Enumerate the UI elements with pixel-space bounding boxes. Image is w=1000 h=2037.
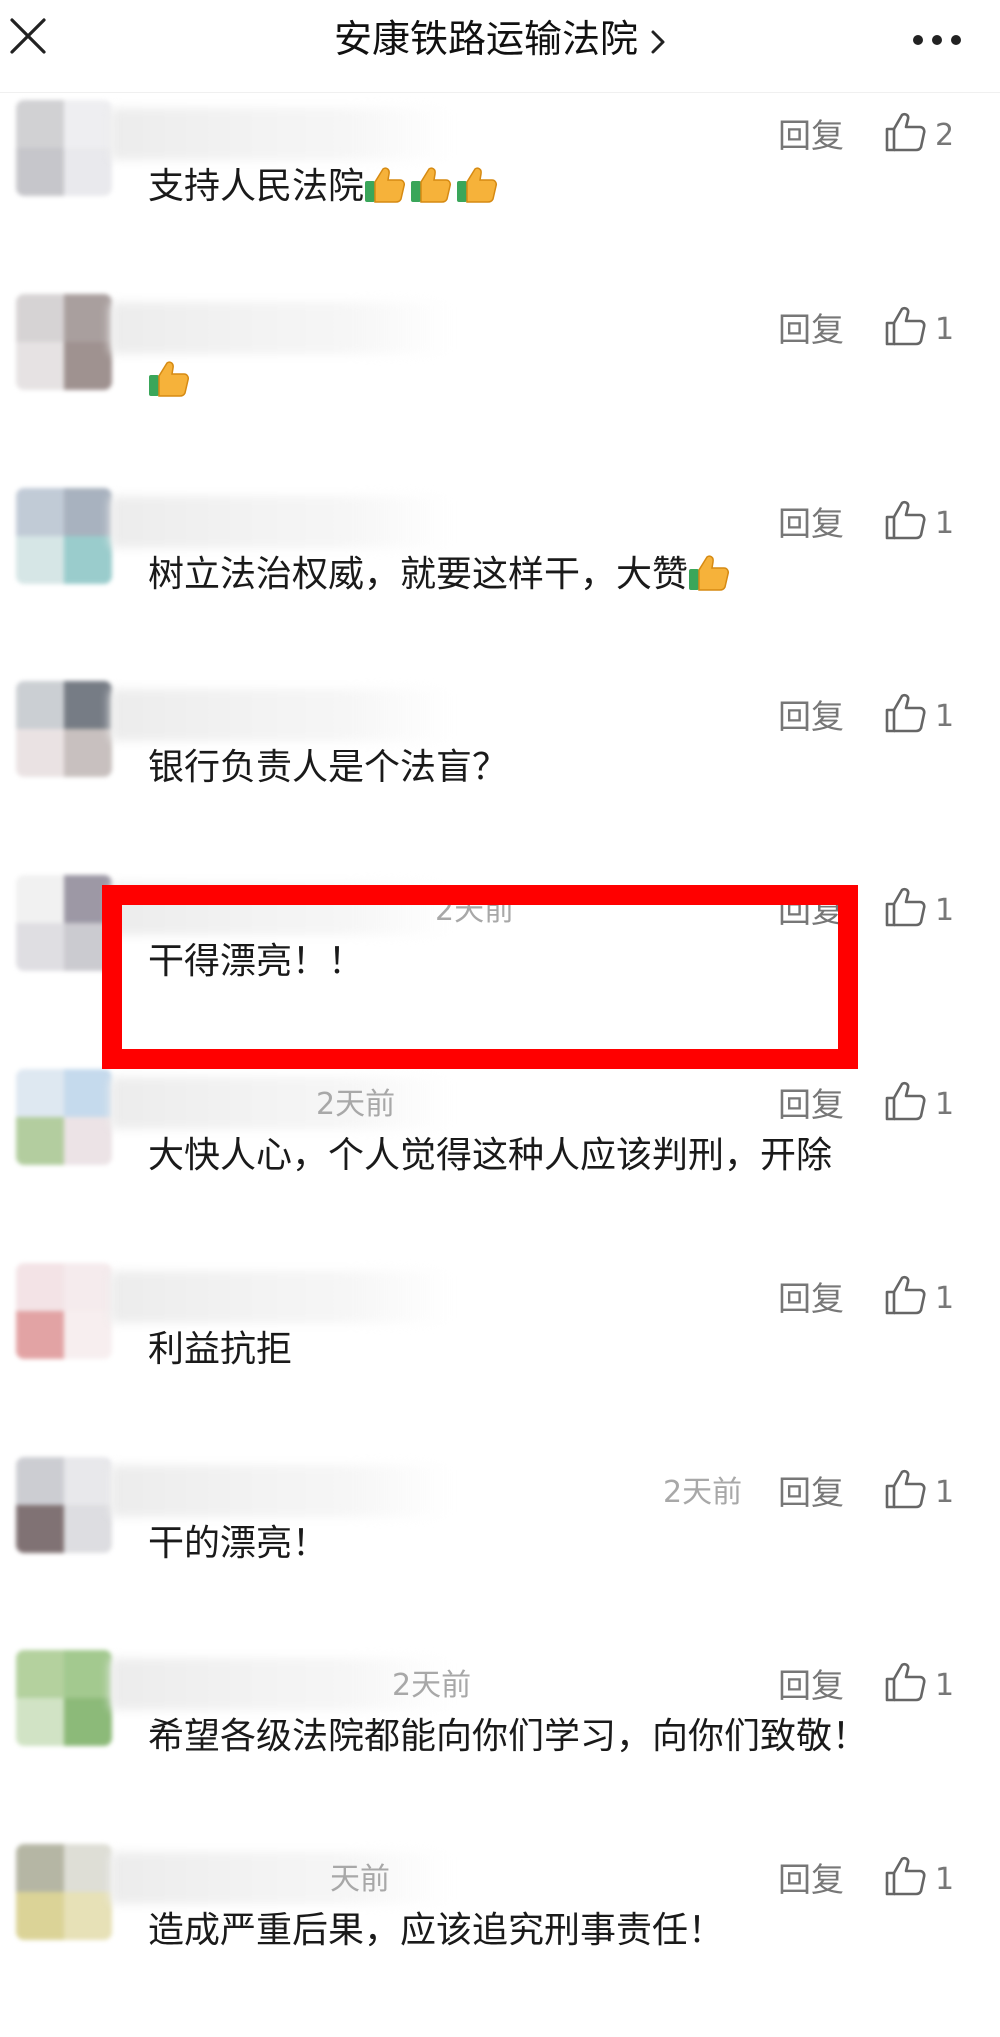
comment-time: 2天前 xyxy=(392,1668,472,1704)
page-title-link[interactable]: 安康铁路运输法院 xyxy=(0,14,1000,64)
comment-text-content: 银行负责人是个法盲？ xyxy=(148,747,509,789)
thumbs-up-icon[interactable] xyxy=(883,1854,927,1898)
more-horizontal-icon[interactable] xyxy=(912,34,962,46)
comment-text-content: 支持人民法院 xyxy=(148,166,365,207)
comment-text: 利益抗拒 xyxy=(148,1323,292,1377)
username-blurred[interactable] xyxy=(110,1077,450,1129)
avatar[interactable] xyxy=(16,1069,112,1165)
username-blurred[interactable] xyxy=(110,689,450,742)
thumbs-up-icon[interactable] xyxy=(883,498,927,542)
comment-text-content: 利益抗拒 xyxy=(148,1328,293,1370)
avatar[interactable] xyxy=(16,1650,112,1747)
avatar[interactable] xyxy=(16,293,112,390)
comment-time: 2天前 xyxy=(663,1474,743,1510)
avatar[interactable] xyxy=(16,487,112,584)
like-count: 1 xyxy=(935,893,955,929)
thumbs-up-emoji-icon xyxy=(365,167,406,203)
comment-item: 2天前 回复 1 干的漂亮！ xyxy=(0,1456,1000,1650)
reply-button[interactable]: 回复 xyxy=(778,1277,844,1321)
comment-text-content: 干的漂亮！ xyxy=(148,1522,329,1564)
comment-text-content: 希望各级法院都能向你们学习，向你们致敬！ xyxy=(148,1716,869,1758)
username-blurred[interactable] xyxy=(110,1852,450,1905)
like-count: 2 xyxy=(935,118,955,153)
thumbs-up-icon[interactable] xyxy=(883,1660,927,1704)
like-count: 1 xyxy=(935,1862,955,1898)
like-count: 1 xyxy=(935,505,955,541)
comment-item: 回复 1 树立法治权威，就要这样干，大赞 xyxy=(0,487,1000,681)
thumbs-up-icon[interactable] xyxy=(883,885,927,929)
thumbs-up-emoji-icon xyxy=(149,361,189,397)
comment-item: 2天前 回复 1 大快人心，个人觉得这种人应该判刑，开除 xyxy=(0,1069,1000,1262)
comment-text: 希望各级法院都能向你们学习，向你们致敬！ xyxy=(148,1710,868,1764)
comment-item: 2天前 回复 1 希望各级法院都能向你们学习，向你们致敬！ xyxy=(0,1650,1000,1843)
comment-item: 回复 2 支持人民法院 xyxy=(0,100,1000,293)
reply-button[interactable]: 回复 xyxy=(778,1858,844,1902)
comment-time: 天前 xyxy=(330,1862,390,1898)
like-count: 1 xyxy=(935,1668,955,1704)
comment-time: 2天前 xyxy=(316,1087,396,1122)
reply-button[interactable]: 回复 xyxy=(778,308,844,352)
comment-text: 大快人心，个人觉得这种人应该判刑，开除 xyxy=(148,1129,832,1183)
comment-item: 回复 1 xyxy=(0,293,1000,487)
thumbs-up-emoji-icon xyxy=(689,555,730,591)
reply-button[interactable]: 回复 xyxy=(778,114,844,158)
like-count: 1 xyxy=(935,1474,955,1510)
username-blurred[interactable] xyxy=(110,108,450,160)
username-blurred[interactable] xyxy=(110,301,450,354)
like-count: 1 xyxy=(935,311,955,347)
avatar[interactable] xyxy=(16,1262,112,1359)
like-count: 1 xyxy=(935,1280,955,1316)
avatar[interactable] xyxy=(16,1844,112,1941)
avatar[interactable] xyxy=(16,681,112,778)
comment-item: 天前 回复 1 造成严重后果，应该追究刑事责任！ xyxy=(0,1844,1000,2037)
like-count: 1 xyxy=(935,699,955,735)
reply-button[interactable]: 回复 xyxy=(778,1664,844,1708)
avatar[interactable] xyxy=(16,100,112,196)
thumbs-up-icon[interactable] xyxy=(883,110,927,154)
comment-text: 银行负责人是个法盲？ xyxy=(148,741,508,795)
comment-text-content: 大快人心，个人觉得这种人应该判刑，开除 xyxy=(148,1135,833,1176)
thumbs-up-icon[interactable] xyxy=(883,1079,927,1123)
comment-text: 支持人民法院 xyxy=(148,160,502,214)
reply-button[interactable]: 回复 xyxy=(778,502,844,546)
comment-text-content: 树立法治权威，就要这样干，大赞 xyxy=(148,553,689,595)
reply-button[interactable]: 回复 xyxy=(778,1471,844,1515)
thumbs-up-icon[interactable] xyxy=(883,304,927,348)
like-count: 1 xyxy=(935,1087,955,1122)
comment-text: 干的漂亮！ xyxy=(148,1517,328,1571)
comment-text xyxy=(148,354,194,408)
thumbs-up-emoji-icon xyxy=(457,167,498,203)
username-blurred[interactable] xyxy=(110,495,450,548)
reply-button[interactable]: 回复 xyxy=(778,695,844,739)
top-bar: 安康铁路运输法院 xyxy=(0,0,1000,93)
thumbs-up-icon[interactable] xyxy=(883,691,927,735)
username-blurred[interactable] xyxy=(110,1270,450,1323)
thumbs-up-icon[interactable] xyxy=(883,1273,927,1317)
thumbs-up-icon[interactable] xyxy=(883,1467,927,1511)
username-blurred[interactable] xyxy=(110,1464,450,1517)
comment-item: 回复 1 利益抗拒 xyxy=(0,1262,1000,1456)
thumbs-up-emoji-icon xyxy=(411,167,452,203)
comment-text: 造成严重后果，应该追究刑事责任！ xyxy=(148,1904,724,1958)
comment-text-content: 造成严重后果，应该追究刑事责任！ xyxy=(148,1910,725,1952)
avatar[interactable] xyxy=(16,875,112,972)
page-title: 安康铁路运输法院 xyxy=(333,17,638,61)
avatar[interactable] xyxy=(16,1456,112,1553)
chevron-right-icon xyxy=(651,30,665,53)
reply-button[interactable]: 回复 xyxy=(778,1083,844,1127)
comment-item: 回复 1 银行负责人是个法盲？ xyxy=(0,681,1000,874)
comment-text: 树立法治权威，就要这样干，大赞 xyxy=(148,548,734,602)
highlight-box xyxy=(102,885,858,1069)
